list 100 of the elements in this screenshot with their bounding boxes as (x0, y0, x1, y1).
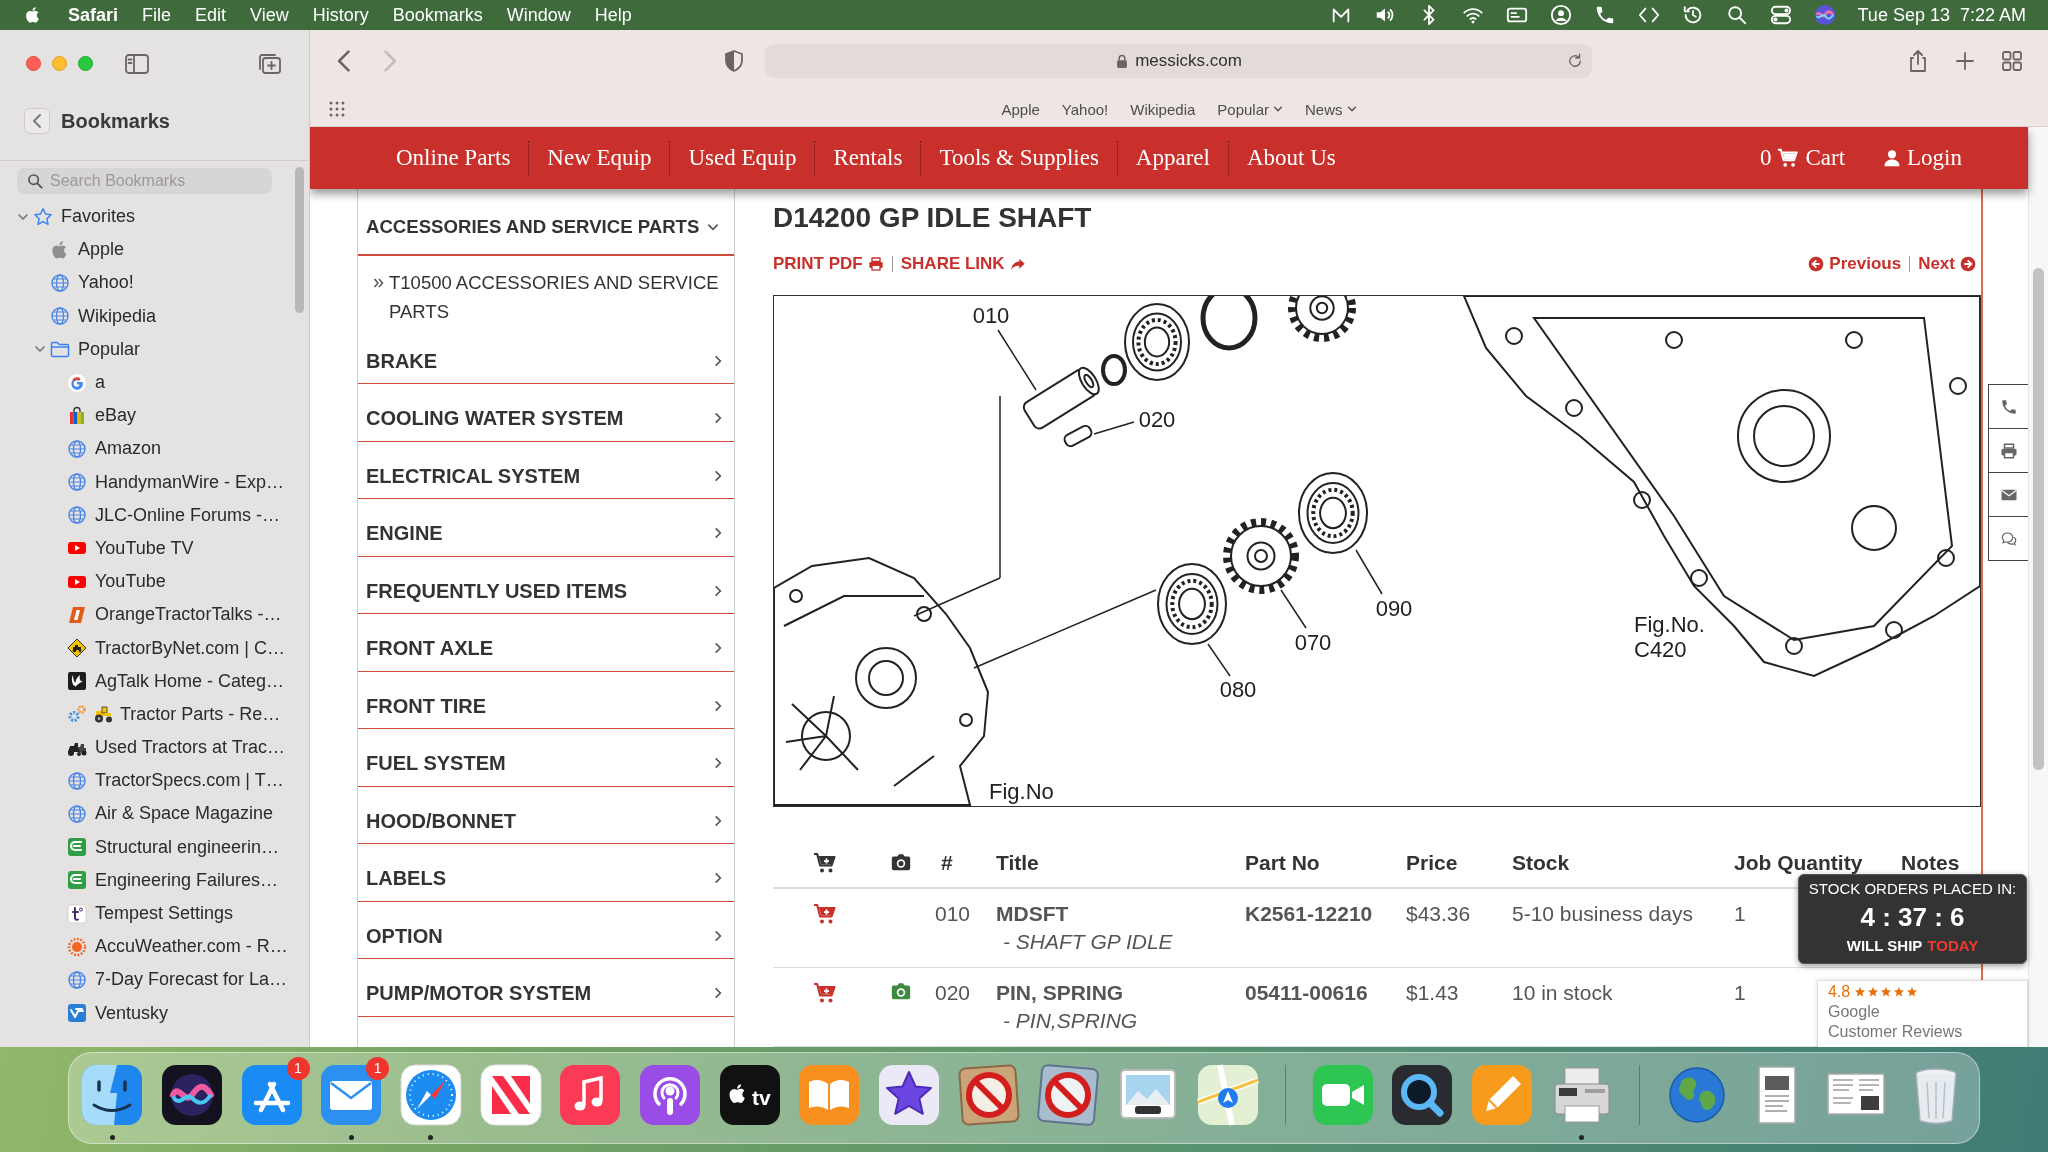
bookmark-item[interactable]: Yahoo! (0, 266, 309, 300)
subcategory-link[interactable]: T10500 ACCESSORIES AND SERVICE PARTS (389, 268, 728, 326)
category-link[interactable]: FRONT AXLE (358, 614, 734, 672)
category-link[interactable]: OPTION (358, 901, 734, 959)
scrollbar-thumb[interactable] (2033, 268, 2044, 770)
print-pdf-link[interactable]: PRINT PDF (773, 254, 884, 274)
bookmark-item[interactable]: Used Tractors at Trac… (0, 731, 309, 765)
bookmark-item[interactable]: Engineering Failures… (0, 863, 309, 897)
bookmark-item[interactable]: TractorSpecs.com | T… (0, 764, 309, 798)
menu-item[interactable]: Edit (195, 4, 227, 26)
menu-bar-clock[interactable]: Tue Sep 13 7:22 AM (1857, 4, 2026, 26)
bookmark-link[interactable]: Wikipedia (1130, 100, 1196, 118)
category-heading[interactable]: ACCESSORIES AND SERVICE PARTS (358, 200, 734, 256)
bookmark-item[interactable]: Apple (0, 233, 309, 267)
cart-plus-icon[interactable] (813, 981, 837, 1005)
notification-badge: 1 (286, 1057, 310, 1080)
bookmark-item[interactable]: Structural engineerin… (0, 830, 309, 864)
bookmark-folder[interactable]: Favorites (0, 200, 309, 234)
category-link[interactable]: BRAKE (358, 326, 734, 384)
bookmark-item[interactable]: Tempest Settings (0, 896, 309, 931)
login-link[interactable]: Login (1883, 145, 1962, 171)
sidebar-toggle-icon[interactable] (124, 52, 150, 75)
bookmark-item[interactable]: Air & Space Magazine (0, 797, 309, 831)
reviews-badge[interactable]: 4.8 Google Customer Reviews (1817, 980, 2028, 1047)
bookmark-item[interactable]: YouTube (0, 565, 309, 599)
bookmark-item[interactable]: Tractor Parts - Re… (0, 697, 309, 731)
scrollbar-thumb[interactable] (295, 167, 304, 313)
bookmark-item[interactable]: a (0, 365, 309, 400)
phone-button[interactable] (1988, 384, 2028, 429)
tabs-plus-icon[interactable] (257, 51, 283, 76)
bookmark-item[interactable]: HandymanWire - Exp… (0, 465, 309, 499)
bookmark-item[interactable]: AgTalk Home - Categ… (0, 664, 309, 698)
category-link[interactable]: ENGINE (358, 499, 734, 557)
star-tile-icon[interactable] (876, 1062, 942, 1128)
shield-icon[interactable] (722, 49, 746, 73)
menu-item[interactable]: Bookmarks (392, 4, 483, 26)
plus-icon[interactable] (1953, 49, 1977, 73)
nav-link[interactable]: New Equip (529, 141, 671, 175)
nav-link[interactable]: About Us (1228, 141, 1354, 175)
app-menu[interactable]: Safari (68, 4, 119, 26)
category-link[interactable]: LABELS (358, 844, 734, 902)
bookmark-item[interactable]: JLC-Online Forums -… (0, 498, 309, 532)
category-link[interactable]: HOOD/BONNET (358, 786, 734, 844)
back-button[interactable] (24, 108, 50, 134)
bookmark-item[interactable]: TractorByNet.com | C… (0, 631, 309, 665)
n-shape-tile-icon[interactable] (477, 1062, 544, 1128)
bookmark-link[interactable]: Popular (1217, 100, 1283, 118)
bookmark-item[interactable]: Amazon (0, 432, 309, 466)
menu-item[interactable]: Window (506, 4, 571, 26)
user-icon[interactable] (1549, 4, 1572, 26)
cart-link[interactable]: 0 Cart (1759, 145, 1846, 171)
search-field[interactable]: Search Bookmarks (17, 168, 272, 194)
map-icon[interactable] (1194, 1062, 1261, 1128)
nav-link[interactable]: Used Equip (670, 141, 816, 175)
category-link[interactable]: FRONT TIRE (358, 671, 734, 729)
next-link[interactable]: Next (1918, 254, 1976, 274)
cart-plus-icon[interactable] (813, 902, 837, 926)
address-field[interactable]: messicks.com (765, 44, 1592, 78)
chat-button[interactable] (1988, 516, 2028, 561)
bookmark-item[interactable]: 7-Day Forecast for La… (0, 963, 309, 997)
control-center-icon[interactable] (1769, 4, 1792, 26)
reload-icon[interactable] (1566, 52, 1584, 70)
menu-item[interactable]: Help (594, 4, 632, 26)
tab-grid-icon[interactable] (2000, 49, 2024, 73)
bookmark-item[interactable]: Ventusky (0, 996, 309, 1030)
globe-icon (67, 438, 87, 459)
menu-item[interactable]: View (250, 4, 289, 26)
menu-item[interactable]: History (312, 4, 369, 26)
bookmark-item[interactable]: YouTube TV (0, 531, 309, 566)
part-title: PIN, SPRING (996, 980, 1125, 1006)
bookmark-link[interactable]: Apple (1001, 100, 1040, 118)
category-link[interactable]: PUMP/MOTOR SYSTEM (358, 959, 734, 1017)
bookmark-item[interactable]: AccuWeather.com - R… (0, 930, 309, 964)
category-link[interactable]: FREQUENTLY USED ITEMS (358, 556, 734, 614)
close-button[interactable] (26, 56, 41, 71)
previous-link[interactable]: Previous (1808, 254, 1902, 274)
orb-icon[interactable] (1813, 4, 1836, 26)
nav-link[interactable]: Tools & Supplies (921, 141, 1118, 175)
nav-link[interactable]: Online Parts (378, 141, 530, 175)
bookmark-item[interactable]: Wikipedia (0, 299, 309, 333)
share-link[interactable]: SHARE LINK (900, 254, 1026, 274)
apps-grid-icon[interactable] (329, 101, 345, 117)
bookmark-item[interactable]: eBay (0, 399, 309, 433)
category-link[interactable]: COOLING WATER SYSTEM (358, 384, 734, 442)
menu-item[interactable]: File (142, 4, 172, 26)
category-link[interactable]: FUEL SYSTEM (358, 729, 734, 787)
table-cell-text: 10 in stock (1512, 980, 1613, 1006)
bookmark-item[interactable]: OrangeTractorTalks -… (0, 598, 309, 632)
history-icon[interactable] (1681, 4, 1704, 26)
search-icon[interactable] (1725, 4, 1748, 26)
callout-number: 020 (1138, 407, 1176, 432)
star-icon (1854, 986, 1867, 998)
category-link[interactable]: ELECTRICAL SYSTEM (358, 441, 734, 499)
bookmark-link[interactable]: News (1305, 100, 1357, 118)
nav-link[interactable]: Apparel (1117, 141, 1229, 175)
apple-menu-icon[interactable] (24, 4, 42, 26)
bookmark-folder[interactable]: Popular (0, 332, 309, 366)
bookmark-link[interactable]: Yahoo! (1061, 100, 1109, 118)
nav-link[interactable]: Rentals (815, 141, 922, 175)
compass-icon[interactable] (397, 1062, 464, 1128)
